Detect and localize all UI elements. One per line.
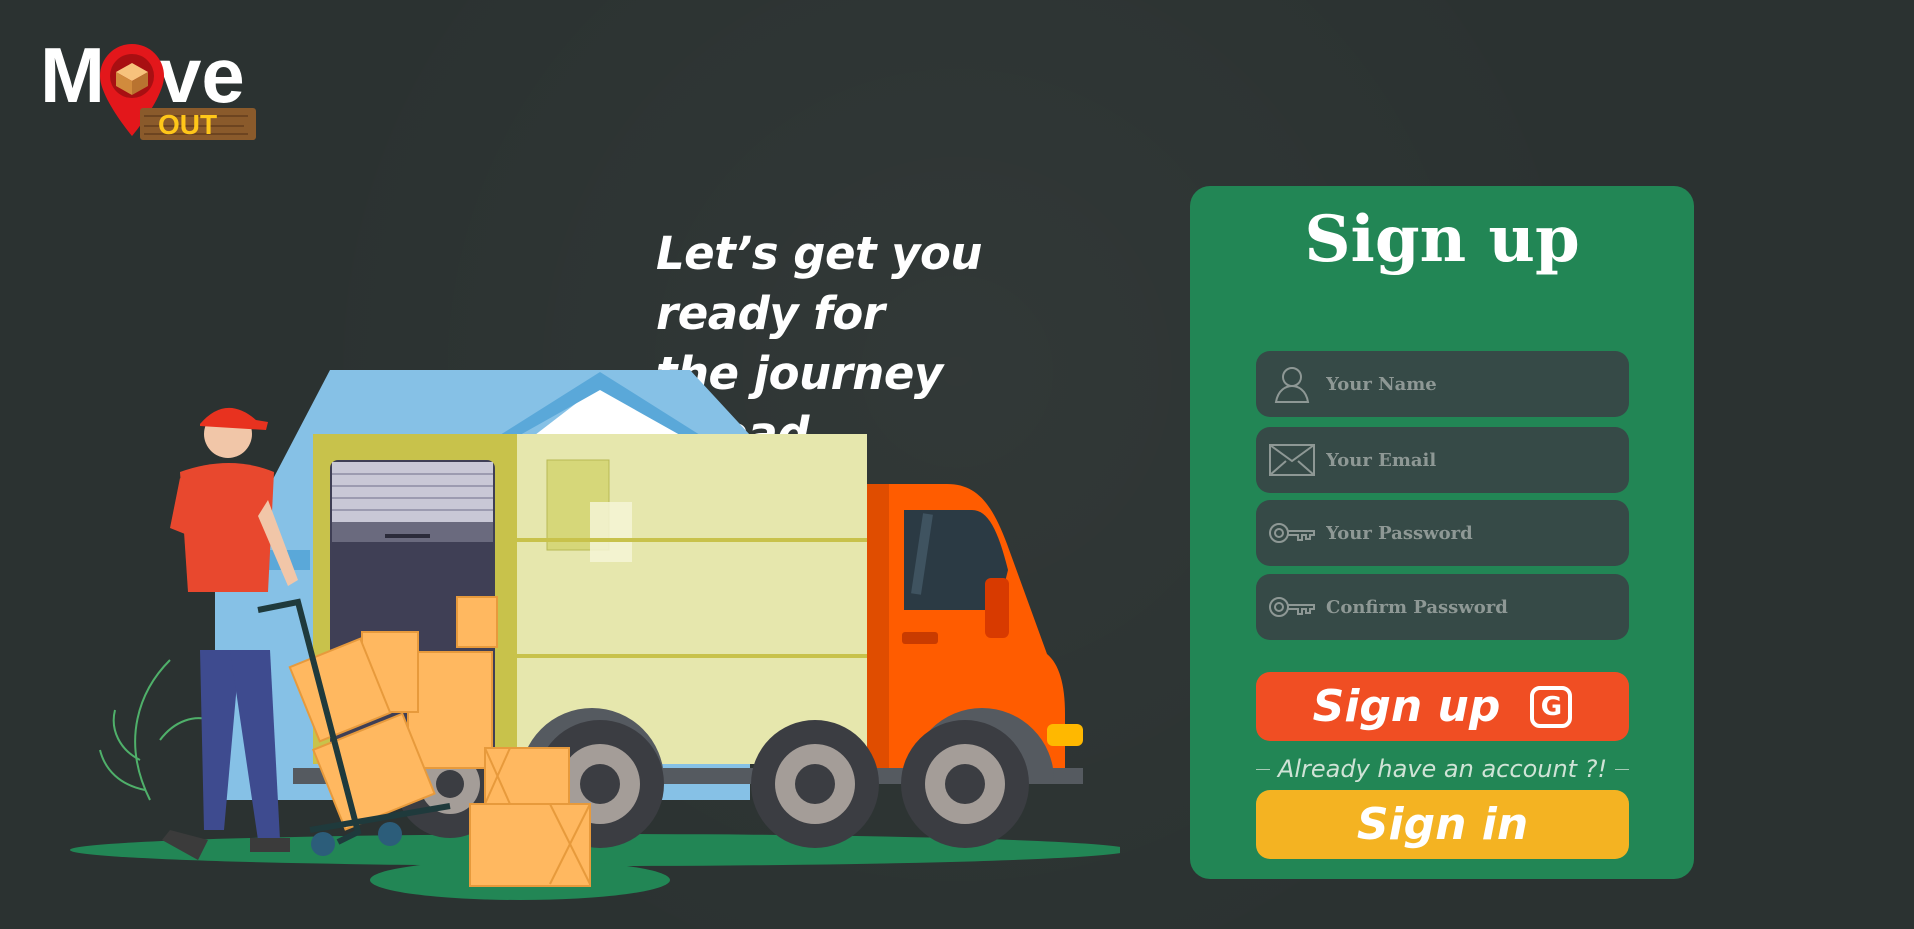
confirm-password-field[interactable] — [1256, 574, 1629, 640]
email-field[interactable] — [1256, 427, 1629, 493]
envelope-icon — [1268, 440, 1316, 480]
signin-button-label: Sign in — [1356, 799, 1529, 850]
name-field[interactable] — [1256, 351, 1629, 417]
signup-title: Sign up — [1304, 202, 1580, 277]
name-input[interactable] — [1326, 351, 1629, 417]
key-icon — [1268, 587, 1316, 627]
key-icon — [1268, 513, 1316, 553]
signup-panel: Sign up Your Name Your Email Sign up G A… — [1190, 186, 1694, 879]
google-icon[interactable]: G — [1530, 685, 1573, 728]
moveout-logo[interactable]: M ve OUT — [40, 36, 260, 142]
plant-illustration — [99, 659, 211, 801]
signup-button-label: Sign up — [1312, 681, 1501, 732]
already-have-account-text: Already have an account ?! — [1277, 755, 1608, 783]
user-icon — [1268, 364, 1316, 404]
signin-divider: Already have an account ?! — [1256, 752, 1629, 786]
signin-button[interactable]: Sign in — [1256, 790, 1629, 859]
confirm-password-input[interactable] — [1326, 574, 1629, 640]
logo-letters-ve: ve — [158, 36, 245, 119]
email-input[interactable] — [1326, 427, 1629, 493]
logo-sub-text: OUT — [158, 109, 217, 140]
tagline-line-1: Let’s get you ready for — [656, 227, 982, 340]
divider-line-left — [1256, 768, 1270, 770]
logo-letter-m: M — [40, 36, 105, 119]
moving-truck-illustration — [70, 370, 1120, 900]
divider-line-right — [1615, 768, 1629, 770]
signup-button[interactable]: Sign up G — [1256, 672, 1629, 741]
password-input[interactable] — [1326, 500, 1629, 566]
password-field[interactable] — [1256, 500, 1629, 566]
